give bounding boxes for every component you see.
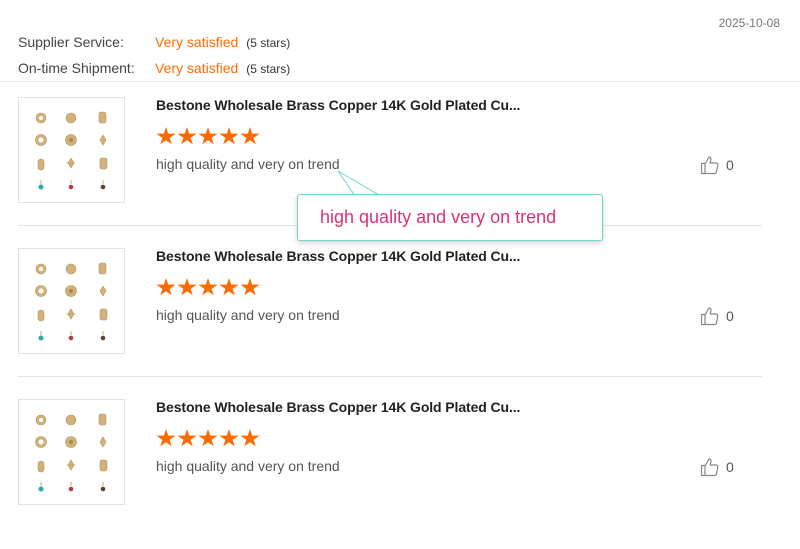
- like-button[interactable]: 0: [700, 155, 734, 175]
- supplier-service-rating: Supplier Service: Very satisfied (5 stars): [18, 34, 290, 50]
- star-icon: [240, 127, 260, 145]
- review-item: Bestone Wholesale Brass Copper 14K Gold …: [18, 399, 762, 549]
- tooltip-arrow: [337, 170, 380, 196]
- product-title-link[interactable]: Bestone Wholesale Brass Copper 14K Gold …: [156, 248, 520, 264]
- review-comment: high quality and very on trend: [156, 458, 340, 474]
- supplier-service-label: Supplier Service:: [18, 34, 124, 50]
- star-icon: [198, 429, 218, 447]
- jewelry-charms-image: [35, 111, 108, 190]
- jewelry-charms-image: [35, 413, 108, 492]
- star-icon: [240, 278, 260, 296]
- comment-tooltip: high quality and very on trend: [297, 194, 603, 241]
- header-divider: [0, 81, 800, 82]
- star-icon: [177, 278, 197, 296]
- ontime-shipment-stars: (5 stars): [246, 62, 291, 76]
- star-rating: [156, 127, 261, 147]
- thumbs-up-icon: [700, 307, 719, 326]
- star-rating: [156, 278, 261, 298]
- product-title-link[interactable]: Bestone Wholesale Brass Copper 14K Gold …: [156, 399, 520, 415]
- like-count: 0: [726, 157, 734, 173]
- star-icon: [219, 429, 239, 447]
- thumbs-up-icon: [700, 156, 719, 175]
- tooltip-text: high quality and very on trend: [320, 207, 557, 227]
- product-thumbnail[interactable]: [18, 97, 125, 203]
- star-icon: [198, 278, 218, 296]
- star-icon: [156, 429, 176, 447]
- product-title-link[interactable]: Bestone Wholesale Brass Copper 14K Gold …: [156, 97, 520, 113]
- like-button[interactable]: 0: [700, 457, 734, 477]
- star-icon: [156, 127, 176, 145]
- like-button[interactable]: 0: [700, 306, 734, 326]
- review-comment: high quality and very on trend: [156, 156, 340, 172]
- star-rating: [156, 429, 261, 449]
- supplier-service-stars: (5 stars): [246, 36, 291, 50]
- star-icon: [177, 127, 197, 145]
- product-thumbnail[interactable]: [18, 399, 125, 505]
- jewelry-charms-image: [35, 262, 108, 341]
- product-thumbnail[interactable]: [18, 248, 125, 354]
- review-comment: high quality and very on trend: [156, 307, 340, 323]
- ontime-shipment-value: Very satisfied: [155, 60, 239, 76]
- star-icon: [156, 278, 176, 296]
- ontime-shipment-rating: On-time Shipment: Very satisfied (5 stars): [18, 60, 290, 76]
- star-icon: [198, 127, 218, 145]
- like-count: 0: [726, 459, 734, 475]
- review-item: Bestone Wholesale Brass Copper 14K Gold …: [18, 248, 762, 398]
- star-icon: [219, 278, 239, 296]
- star-icon: [177, 429, 197, 447]
- star-icon: [219, 127, 239, 145]
- review-divider: [18, 376, 762, 377]
- supplier-service-value: Very satisfied: [155, 34, 239, 50]
- review-date: 2025-10-08: [718, 16, 780, 30]
- ontime-shipment-label: On-time Shipment:: [18, 60, 135, 76]
- thumbs-up-icon: [700, 458, 719, 477]
- star-icon: [240, 429, 260, 447]
- like-count: 0: [726, 308, 734, 324]
